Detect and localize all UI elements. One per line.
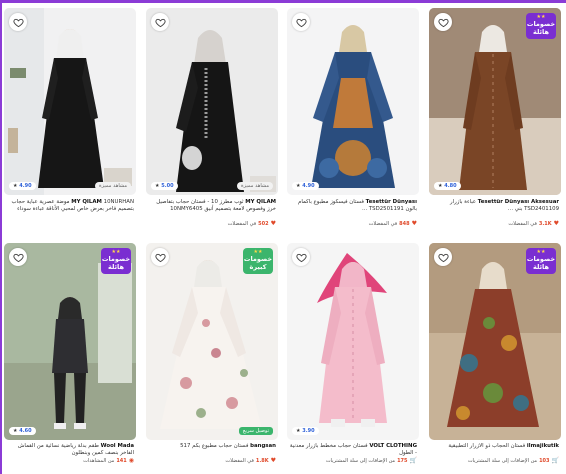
product-image[interactable]: ★ 4.90 — [287, 8, 419, 195]
rating-badge: ★ 4.80 — [434, 182, 461, 190]
product-brand: VOLT CLOTHING — [369, 443, 417, 449]
product-grid: ★ 4.90 مشاهد مميزة MY QILAM 10NURHAN موض… — [2, 3, 566, 474]
rating-badge: ★ 4.90 — [9, 182, 36, 190]
product-name: فستان حجاب مطبوع بكم 517 — [180, 443, 249, 449]
product-meta: 🛒 103 من الإضافات إلى سلة المشتريات — [467, 457, 559, 464]
heart-outline-icon — [295, 253, 307, 262]
product-card[interactable]: ★ 3.90 VOLT CLOTHING فستان حجاب مخطط بأز… — [287, 243, 419, 464]
product-brand: ilmajikutik — [526, 443, 559, 449]
deal-badge: ★★ خصومات هائلة — [526, 248, 556, 274]
favorite-button[interactable] — [9, 13, 27, 31]
heart-icon: ♥ — [553, 220, 559, 227]
product-title[interactable]: ilmajikutik فستان الحجاب ذو الأزرار التط… — [429, 443, 561, 457]
product-image[interactable]: ★★ خصومات هائلة — [429, 243, 561, 440]
favorite-button[interactable] — [151, 248, 169, 266]
product-title[interactable]: Wool Mada طقم بدلة رياضية نسائية من القم… — [4, 443, 136, 457]
product-card[interactable]: ★★ خصومات هائلة ★ 4.60 Wool Mada طقم بدلة … — [4, 243, 136, 464]
product-meta: ♥ 502 في المفضلات — [227, 220, 276, 227]
product-brand: MY QILAM — [71, 199, 102, 205]
deal-badge: ★★ خصومات هائلة — [526, 13, 556, 39]
product-image[interactable]: ★★ خصومات هائلة ★ 4.80 — [429, 8, 561, 195]
product-title[interactable]: MY QILAM ثوب مطرز 10 - فستان حجاب بتفاصي… — [146, 199, 278, 220]
favorite-button[interactable] — [292, 248, 310, 266]
product-meta: ♥ 848 في المفضلات — [368, 220, 417, 227]
product-title[interactable]: Tesettür Dünyası Aksesuar عباءة بأزرار T… — [429, 199, 561, 220]
product-meta: ◉ 141 من المشاهدات — [83, 457, 134, 464]
cart-icon: 🛒 — [409, 457, 417, 464]
product-brand: Tesettür Dünyası Aksesuar — [477, 199, 559, 205]
heart-outline-icon — [12, 253, 24, 262]
deal-badge: ★★ خصومات هائلة — [101, 248, 131, 274]
product-card[interactable]: ★★ خصومات كبيرة توصيل سريع bangsan فستان ح… — [146, 243, 278, 464]
heart-icon: ♥ — [270, 220, 276, 227]
heart-outline-icon — [154, 253, 166, 262]
product-photo — [146, 8, 278, 195]
heart-outline-icon — [12, 18, 24, 27]
product-card[interactable]: ★★ خصومات هائلة ilmajikutik فستان الحجاب ذ… — [429, 243, 561, 464]
eye-icon: ◉ — [128, 457, 134, 464]
heart-icon: ♥ — [270, 457, 276, 464]
product-title[interactable]: bangsan فستان حجاب مطبوع بكم 517 — [146, 443, 278, 457]
product-name: فستان الحجاب ذو الأزرار التطبيقية — [448, 443, 526, 449]
favorite-button[interactable] — [151, 13, 169, 31]
product-image[interactable]: ★ 4.90 مشاهد مميزة — [4, 8, 136, 195]
product-tag: مشاهد مميزة — [237, 182, 273, 190]
product-card[interactable]: ★★ خصومات هائلة ★ 4.80 Tesettür Dünyası Ak… — [429, 8, 561, 227]
product-photo — [287, 8, 419, 195]
product-photo — [4, 8, 136, 195]
product-photo — [287, 243, 419, 440]
heart-outline-icon — [154, 18, 166, 27]
product-image[interactable]: ★ 5.00 مشاهد مميزة — [146, 8, 278, 195]
product-image[interactable]: ★★ خصومات هائلة ★ 4.60 — [4, 243, 136, 440]
heart-outline-icon — [295, 18, 307, 27]
product-tag: مشاهد مميزة — [95, 182, 131, 190]
rating-badge: ★ 4.90 — [292, 182, 319, 190]
favorite-button[interactable] — [434, 248, 452, 266]
favorite-button[interactable] — [9, 248, 27, 266]
heart-outline-icon — [437, 18, 449, 27]
fast-delivery-badge: توصيل سريع — [238, 427, 273, 435]
product-title[interactable]: Tesettür Dünyası فستان فيسكوز مطبوع بأكم… — [287, 199, 419, 220]
deal-badge: ★★ خصومات كبيرة — [243, 248, 273, 274]
product-brand: MY QILAM — [245, 199, 276, 205]
product-meta: 🛒 175 من الإضافات إلى سلة المشتريات — [325, 457, 417, 464]
favorite-button[interactable] — [292, 13, 310, 31]
heart-outline-icon — [437, 253, 449, 262]
product-meta: ♥ 3.1K في المفضلات — [508, 220, 559, 227]
product-brand: bangsan — [250, 443, 276, 449]
product-meta: ♥ 1.8K في المفضلات — [225, 457, 276, 464]
product-card[interactable]: ★ 4.90 Tesettür Dünyası فستان فيسكوز مطب… — [287, 8, 419, 227]
product-card[interactable]: ★ 4.90 مشاهد مميزة MY QILAM 10NURHAN موض… — [4, 8, 136, 220]
product-title[interactable]: MY QILAM 10NURHAN موضة عصرية عباية حجاب … — [4, 199, 136, 220]
product-image[interactable]: ★ 3.90 — [287, 243, 419, 440]
rating-badge: ★ 5.00 — [151, 182, 178, 190]
product-title[interactable]: VOLT CLOTHING فستان حجاب مخطط بأزرار معد… — [287, 443, 419, 457]
rating-badge: ★ 3.90 — [292, 427, 319, 435]
cart-icon: 🛒 — [551, 457, 559, 464]
heart-icon: ♥ — [411, 220, 417, 227]
product-brand: Wool Mada — [100, 443, 134, 449]
favorite-button[interactable] — [434, 13, 452, 31]
rating-badge: ★ 4.60 — [9, 427, 36, 435]
product-image[interactable]: ★★ خصومات كبيرة توصيل سريع — [146, 243, 278, 440]
product-grid-frame: ★ 4.90 مشاهد مميزة MY QILAM 10NURHAN موض… — [0, 0, 566, 474]
product-brand: Tesettür Dünyası — [365, 199, 417, 205]
product-card[interactable]: ★ 5.00 مشاهد مميزة MY QILAM ثوب مطرز 10 … — [146, 8, 278, 227]
